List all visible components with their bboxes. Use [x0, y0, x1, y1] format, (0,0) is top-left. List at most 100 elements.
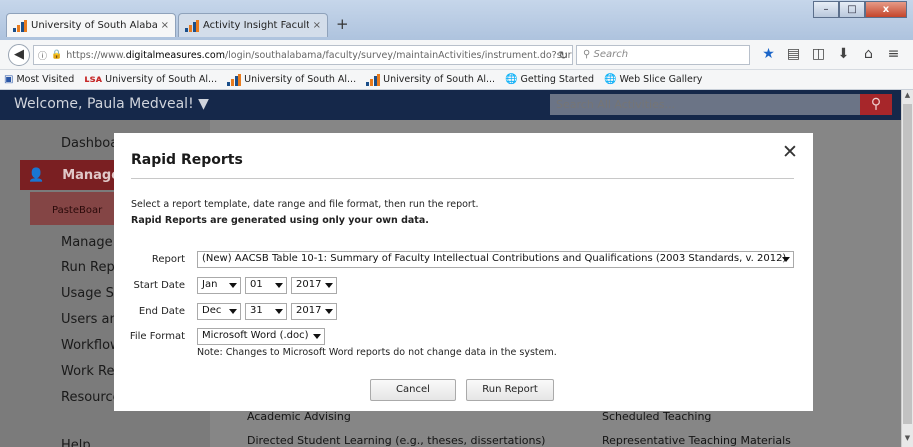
tab-label: Activity Insight Faculty/Sta... [203, 20, 309, 31]
bookmark-label: University of South Al... [244, 74, 357, 85]
welcome-menu[interactable]: Welcome, Paula Medveal! ▼ [14, 96, 209, 112]
end-year-value: 2017 [296, 305, 322, 316]
search-icon: ⚲ [870, 96, 882, 112]
url-host: digitalmeasures.com [125, 49, 225, 61]
link-academic-advising[interactable]: Academic Advising [247, 410, 351, 423]
minimize-button[interactable]: – [813, 1, 839, 18]
bookmark-usa-1[interactable]: ʟsᴀ University of South Al... [84, 74, 217, 85]
sidebar-item-resources[interactable]: Resource [61, 390, 121, 405]
report-select[interactable]: (New) AACSB Table 10-1: Summary of Facul… [197, 251, 794, 268]
link-scheduled-teaching[interactable]: Scheduled Teaching [602, 410, 711, 423]
start-year-value: 2017 [296, 279, 322, 290]
globe-icon: 🌐 [505, 74, 518, 85]
search-button[interactable]: ⚲ [860, 94, 892, 115]
file-format-select[interactable]: Microsoft Word (.doc) [197, 328, 325, 345]
end-day-value: 31 [250, 305, 263, 316]
dialog-instructions: Select a report template, date range and… [131, 199, 479, 210]
bookmark-usa-3[interactable]: University of South Al... [366, 73, 496, 86]
chevron-down-icon [325, 283, 333, 288]
bookmark-web-slice[interactable]: 🌐 Web Slice Gallery [604, 74, 702, 85]
report-value: (New) AACSB Table 10-1: Summary of Facul… [202, 253, 787, 264]
cancel-button[interactable]: Cancel [370, 379, 456, 401]
chevron-down-icon [782, 257, 790, 262]
new-tab-button[interactable]: + [336, 15, 349, 33]
start-day-value: 01 [250, 279, 263, 290]
back-button[interactable]: ◀ [8, 44, 30, 66]
bookmark-label: Getting Started [520, 74, 594, 85]
close-window-button[interactable]: x [865, 1, 907, 18]
start-year-select[interactable]: 2017 [291, 277, 337, 294]
file-format-label: File Format [129, 331, 185, 342]
menu-icon[interactable]: ≡ [881, 46, 906, 62]
dialog-title: Rapid Reports [131, 152, 243, 168]
search-activities-input[interactable] [550, 94, 860, 115]
end-year-select[interactable]: 2017 [291, 303, 337, 320]
activity-insight-icon [227, 73, 242, 86]
activity-insight-icon [185, 19, 199, 32]
site-header: Welcome, Paula Medveal! ▼ ⚲ [0, 90, 901, 120]
bookmark-getting-started[interactable]: 🌐 Getting Started [505, 74, 594, 85]
url-path: /login/southalabama/faculty/survey/maint… [224, 49, 572, 61]
reload-icon[interactable]: ↻ [559, 49, 568, 62]
bookmark-usa-2[interactable]: University of South Al... [227, 73, 357, 86]
pocket-icon[interactable]: ◫ [806, 46, 831, 62]
activity-insight-icon [13, 19, 27, 32]
url-prefix: https://www. [66, 49, 126, 61]
scrollbar-thumb[interactable] [903, 104, 912, 424]
bookmark-most-visited[interactable]: ▣ Most Visited [4, 74, 74, 85]
browser-toolbar: ★ ▤ ◫ ⬇ ⌂ ≡ [756, 46, 906, 62]
bookmark-label: Web Slice Gallery [619, 74, 703, 85]
end-date-label: End Date [138, 306, 185, 317]
end-month-select[interactable]: Dec [197, 303, 241, 320]
close-tab-icon[interactable]: × [313, 20, 321, 31]
tab-activity-insight[interactable]: Activity Insight Faculty/Sta... × [178, 13, 328, 37]
bookmark-label: University of South Al... [383, 74, 496, 85]
info-icon[interactable]: ⓘ [38, 49, 47, 62]
chevron-down-icon [275, 283, 283, 288]
dialog-data-notice: Rapid Reports are generated using only y… [131, 215, 429, 226]
tab-label: University of South Alaba... [31, 20, 157, 31]
browser-search-input[interactable]: ⚲ Search [576, 45, 750, 65]
chevron-down-icon [229, 309, 237, 314]
search-icon: ⚲ [583, 49, 591, 60]
bookmark-folder-icon: ▣ [4, 74, 14, 85]
chevron-down-icon [229, 283, 237, 288]
tab-university[interactable]: University of South Alaba... × [6, 13, 176, 37]
file-format-value: Microsoft Word (.doc) [202, 330, 309, 341]
lock-icon: 🔒 [51, 50, 63, 60]
rapid-reports-dialog: Rapid Reports ✕ Select a report template… [114, 133, 813, 411]
bookmark-label: University of South Al... [105, 74, 218, 85]
file-format-note: Note: Changes to Microsoft Word reports … [197, 347, 557, 358]
url-bar[interactable]: ⓘ 🔒 https://www. digitalmeasures.com/logi… [33, 45, 573, 65]
user-icon: 👤 [28, 167, 45, 183]
dialog-divider [131, 178, 794, 179]
browser-titlebar: University of South Alaba... × Activity … [0, 0, 913, 40]
link-directed-student-learning[interactable]: Directed Student Learning (e.g., theses,… [247, 434, 545, 447]
report-label: Report [151, 254, 185, 265]
download-icon[interactable]: ⬇ [831, 46, 856, 62]
link-representative-teaching-materials[interactable]: Representative Teaching Materials [602, 434, 791, 447]
start-month-select[interactable]: Jan [197, 277, 241, 294]
bookmarks-bar: ▣ Most Visited ʟsᴀ University of South Al.… [0, 70, 913, 90]
bookmarks-list-icon[interactable]: ▤ [781, 46, 806, 62]
maximize-button[interactable]: □ [839, 1, 865, 18]
scroll-up-icon[interactable]: ▲ [902, 91, 913, 103]
close-tab-icon[interactable]: × [161, 20, 169, 31]
usa-logo-icon: ʟsᴀ [84, 74, 103, 85]
bookmark-label: Most Visited [16, 74, 75, 85]
chevron-down-icon [275, 309, 283, 314]
page-scrollbar[interactable]: ▲ ▼ [901, 90, 913, 447]
chevron-down-icon [325, 309, 333, 314]
end-day-select[interactable]: 31 [245, 303, 287, 320]
start-month-value: Jan [202, 279, 218, 290]
close-icon[interactable]: ✕ [782, 141, 798, 163]
scroll-down-icon[interactable]: ▼ [902, 434, 913, 446]
start-day-select[interactable]: 01 [245, 277, 287, 294]
browser-navbar: ◀ ⓘ 🔒 https://www. digitalmeasures.com/lo… [0, 40, 913, 70]
start-date-label: Start Date [133, 280, 185, 291]
run-report-button[interactable]: Run Report [466, 379, 554, 401]
sidebar-item-help[interactable]: Help [61, 438, 91, 447]
bookmark-star-icon[interactable]: ★ [756, 46, 781, 62]
home-icon[interactable]: ⌂ [856, 46, 881, 62]
activity-insight-icon [366, 73, 381, 86]
